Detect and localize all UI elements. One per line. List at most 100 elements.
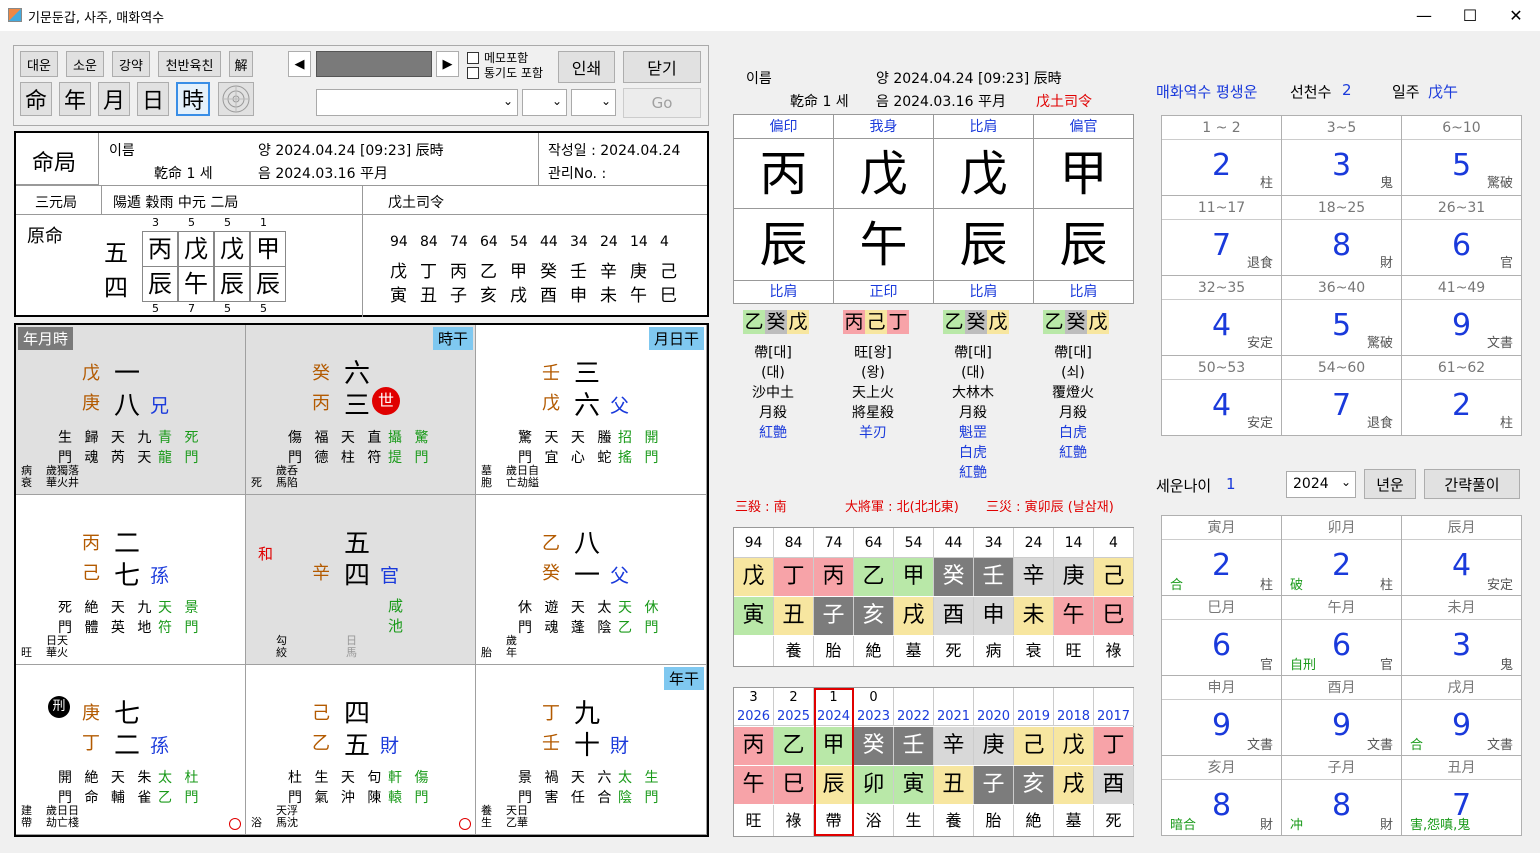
myeong-button[interactable]: 命 (20, 82, 52, 116)
pillar-branch: 辰 (250, 266, 286, 302)
palace-num-2: 五 (344, 731, 371, 761)
yearly-desc: 柱 (1379, 578, 1393, 593)
palace-tag: 月日干 (648, 327, 704, 350)
yearly-relation: 自刑 (1290, 658, 1317, 673)
daeun-button[interactable]: 대운 (20, 51, 58, 77)
palace-gm-1: 日 (346, 634, 357, 647)
hae-button[interactable]: 解 (229, 51, 253, 77)
compass-button[interactable] (218, 82, 254, 116)
palace-num-2: 十 (574, 731, 601, 761)
yearly-month: 戌月 (1402, 676, 1521, 700)
palace-cell: 和辛五四官咸池日馬勾絞 (246, 495, 476, 665)
pillar-top-num: 5 (224, 216, 231, 229)
year-select-value: 2024 (1293, 476, 1329, 492)
daeun-state: 祿 (1094, 636, 1134, 666)
close-icon[interactable]: ✕ (1493, 0, 1539, 31)
close-button[interactable]: 닫기 (623, 51, 701, 83)
seun-current-highlight (814, 688, 854, 836)
prev-button[interactable]: ◀ (288, 51, 311, 77)
pillar-branch: 辰 (142, 266, 178, 302)
hidden-stem: 戊 (1087, 310, 1109, 334)
saju-stem: 戊 (934, 139, 1034, 209)
palace-cell: 乙癸八一父休 遊 天 太天 休門 魂 蓬 陰乙 門胎歲年 (476, 495, 707, 665)
chevron-down-icon: ⌄ (600, 94, 611, 108)
saju-stem: 丙 (734, 139, 834, 209)
saju-bot-label: 比肩 (934, 281, 1034, 304)
yearly-desc: 鬼 (1499, 658, 1513, 673)
saju-info-line: 紅艶 (1059, 445, 1087, 461)
next-button[interactable]: ▶ (436, 51, 459, 77)
app-window: 기문둔갑, 사주, 매화역수 — ☐ ✕ 대운 소운 강약 천반육친 解 命 年… (0, 0, 1540, 853)
samsal-label: 三殺 : 南 (735, 500, 787, 515)
compass-icon (222, 85, 250, 113)
palace-bottom-w1: 勾 (276, 634, 287, 647)
select-3[interactable]: ⌄ (571, 89, 616, 116)
palace-gm-2: 馬 (346, 646, 357, 659)
seun-stem: 壬 (894, 727, 934, 765)
ganryak-button[interactable]: 간략풀이 (1424, 469, 1520, 499)
saju-info-line: 月殺 (959, 405, 987, 421)
yearly-month: 午月 (1282, 596, 1401, 620)
year-select[interactable]: 2024 ⌄ (1286, 471, 1356, 498)
seun-state: 生 (894, 805, 934, 836)
saju-info-line: 將星殺 (852, 405, 894, 421)
pillar-stem: 戊 (214, 231, 250, 267)
yearly-number: 9 (1332, 708, 1352, 743)
select-2[interactable]: ⌄ (522, 89, 567, 116)
saju-info-line: (대) (961, 365, 985, 381)
soun-button[interactable]: 소운 (66, 51, 104, 77)
saju-top-label: 我身 (834, 115, 934, 139)
pillar-stem: 丙 (142, 231, 178, 267)
seun-stem: 戊 (1054, 727, 1094, 765)
gangyak-button[interactable]: 강약 (112, 51, 150, 77)
hidden-stem: 癸 (765, 310, 787, 334)
pillar-top-num: 5 (188, 216, 195, 229)
palace-cell: 丙己二七孫死 絶 天 九天 景門 體 英 地符 門旺日天 華火 (16, 495, 246, 665)
palace-row-2: 門 魂 蓬 陰 (518, 620, 616, 636)
palace-bottom-w2: 年 (506, 646, 517, 659)
left-arrow-icon: ◀ (294, 56, 305, 72)
go-button[interactable]: Go (623, 88, 701, 118)
seun-stem: 癸 (854, 727, 894, 765)
palace-num-2: 一 (574, 561, 601, 591)
palace-relation: 父 (610, 395, 630, 417)
yearly-relation: 冲 (1290, 818, 1304, 833)
yangdun-label: 陽遁 穀雨 中元 二局 (113, 195, 239, 211)
daeun-branch: 巳 (1094, 597, 1134, 635)
si-button[interactable]: 時 (176, 82, 210, 116)
card-daeun-branch: 未 (600, 286, 617, 306)
palace-hwa: 和 (258, 545, 274, 563)
palace-row-2: 門 德 柱 符 (288, 450, 386, 466)
maehwa-cell: 18~25 8 財 (1281, 195, 1402, 276)
print-button[interactable]: 인쇄 (558, 51, 615, 83)
wonmyeong-label: 原命 (27, 226, 63, 247)
tonggi-checkbox[interactable] (467, 67, 479, 79)
palace-relation: 財 (380, 735, 400, 757)
palace-bottom-w1: 歲獨落 (46, 464, 79, 477)
minimize-icon[interactable]: — (1401, 0, 1447, 31)
maehwa-cell: 50~53 4 安定 (1161, 355, 1282, 436)
yearly-month: 寅月 (1162, 516, 1281, 540)
yearly-number: 8 (1212, 788, 1232, 823)
palace-bottom-w2: 華火井 (46, 476, 79, 489)
title-bar: 기문둔갑, 사주, 매화역수 — ☐ ✕ (0, 0, 1540, 31)
main-select[interactable]: ⌄ (316, 89, 518, 116)
maximize-icon[interactable]: ☐ (1447, 0, 1493, 31)
seun-table: 3 2026 丙午旺 2 2025 乙巳祿 1 2024 甲辰帶 0 2023 癸卯浴 2022 壬寅生 2… (733, 687, 1134, 837)
cheonban-button[interactable]: 천반육친 (158, 51, 221, 77)
il-button[interactable]: 日 (137, 82, 169, 116)
palace-row-1: 驚 天 天 螣 (518, 430, 616, 446)
palace-bottom-w2: 劫亡棧 (46, 816, 79, 829)
palace-row-2: 門 體 英 地 (58, 620, 156, 636)
nyeon-button[interactable]: 年 (59, 82, 91, 116)
card-daeun-age: 14 (630, 234, 648, 250)
maehwa-number: 2 (1212, 148, 1232, 183)
daeun-age: 44 (934, 528, 974, 558)
nyeonun-button[interactable]: 년운 (1364, 469, 1416, 499)
yearly-number: 4 (1452, 548, 1472, 583)
palace-cell: 年月時戊庚一八兄生 歸 天 九青 死門 魂 芮 天龍 門病衰歲獨落 華火井 (16, 325, 246, 495)
wol-button[interactable]: 月 (98, 82, 130, 116)
palace-row-1-green: 太 杜 (158, 770, 203, 786)
memo-checkbox[interactable] (467, 52, 479, 64)
palace-cg-1: 咸 (388, 597, 404, 615)
